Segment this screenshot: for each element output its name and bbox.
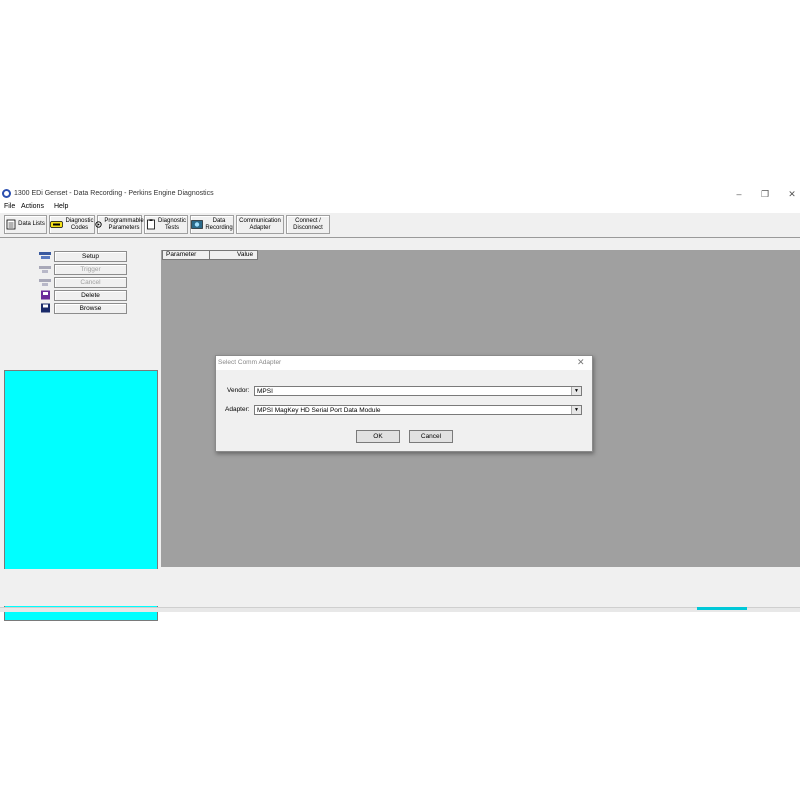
diagnostic-tests-label: Diagnostic Tests bbox=[157, 217, 186, 231]
data-recording-label: Data Recording bbox=[205, 217, 233, 231]
diagnostic-tests-icon bbox=[147, 219, 155, 230]
vendor-select[interactable]: MPSI ▼ bbox=[254, 386, 582, 396]
diagnostic-codes-label: Diagnostic Codes bbox=[65, 217, 94, 231]
title-bar: 1300 EDi Genset - Data Recording - Perki… bbox=[0, 186, 800, 202]
chevron-down-icon[interactable]: ▼ bbox=[571, 406, 581, 414]
programmable-parameters-icon bbox=[95, 221, 102, 228]
app-logo-icon bbox=[2, 189, 11, 198]
adapter-select[interactable]: MPSI MagKey HD Serial Port Data Module ▼ bbox=[254, 405, 582, 415]
column-header-value[interactable]: Value bbox=[209, 250, 258, 260]
communication-adapter-label: Communication Adapter bbox=[239, 217, 281, 231]
vendor-label: Vendor: bbox=[227, 387, 250, 394]
setup-button[interactable]: Setup bbox=[54, 251, 127, 262]
dialog-close-icon[interactable]: ✕ bbox=[577, 357, 585, 368]
connect-disconnect-button[interactable]: Connect / Disconnect bbox=[286, 215, 330, 234]
diagnostic-codes-button[interactable]: Diagnostic Codes bbox=[49, 215, 95, 234]
connect-disconnect-label: Connect / Disconnect bbox=[293, 217, 323, 231]
dialog-title-bar: Select Comm Adapter ✕ bbox=[216, 356, 592, 370]
communication-adapter-button[interactable]: Communication Adapter bbox=[236, 215, 284, 234]
ok-button[interactable]: OK bbox=[356, 430, 400, 443]
setup-icon bbox=[39, 252, 51, 259]
status-bar bbox=[0, 607, 800, 612]
restore-button[interactable]: ❐ bbox=[755, 188, 775, 200]
menu-help[interactable]: Help bbox=[54, 203, 68, 210]
minimize-button[interactable]: – bbox=[729, 188, 749, 200]
data-lists-button[interactable]: Data Lists bbox=[4, 215, 47, 234]
recording-panel: Setup Trigger Cancel Delete Browse bbox=[0, 238, 160, 621]
programmable-parameters-label: Programmable Parameters bbox=[104, 217, 144, 231]
browse-button[interactable]: Browse bbox=[54, 303, 127, 314]
trigger-button[interactable]: Trigger bbox=[54, 264, 127, 275]
diagnostic-codes-icon bbox=[50, 221, 64, 228]
dialog-title: Select Comm Adapter bbox=[218, 359, 282, 366]
bottom-panel bbox=[0, 569, 800, 606]
adapter-value: MPSI MagKey HD Serial Port Data Module bbox=[257, 407, 381, 414]
cancel-recording-button[interactable]: Cancel bbox=[54, 277, 127, 288]
delete-button[interactable]: Delete bbox=[54, 290, 127, 301]
data-recording-button[interactable]: Data Recording bbox=[190, 215, 234, 234]
column-header-parameter[interactable]: Parameter bbox=[162, 250, 210, 260]
menu-file[interactable]: File bbox=[4, 203, 15, 210]
data-recording-icon bbox=[191, 220, 204, 229]
menu-actions[interactable]: Actions bbox=[21, 203, 44, 210]
window-title: 1300 EDi Genset - Data Recording - Perki… bbox=[14, 190, 214, 197]
vendor-value: MPSI bbox=[257, 388, 273, 395]
data-lists-icon bbox=[6, 219, 16, 230]
programmable-parameters-button[interactable]: Programmable Parameters bbox=[95, 215, 144, 234]
select-comm-adapter-dialog: Select Comm Adapter ✕ Vendor: MPSI ▼ Ada… bbox=[215, 355, 593, 452]
status-indicator bbox=[697, 607, 747, 610]
menu-bar: File Actions Help bbox=[0, 202, 800, 213]
data-lists-label: Data Lists bbox=[18, 221, 45, 227]
cancel-icon bbox=[39, 279, 51, 286]
diagnostic-tests-button[interactable]: Diagnostic Tests bbox=[144, 215, 188, 234]
browse-icon bbox=[41, 303, 50, 313]
trigger-icon bbox=[39, 266, 51, 273]
adapter-label: Adapter: bbox=[225, 406, 250, 413]
chevron-down-icon[interactable]: ▼ bbox=[571, 387, 581, 395]
delete-icon bbox=[41, 290, 50, 300]
close-button[interactable]: ✕ bbox=[782, 188, 800, 200]
toolbar: Data Lists Diagnostic Codes Programmable… bbox=[0, 213, 800, 238]
cancel-button[interactable]: Cancel bbox=[409, 430, 453, 443]
